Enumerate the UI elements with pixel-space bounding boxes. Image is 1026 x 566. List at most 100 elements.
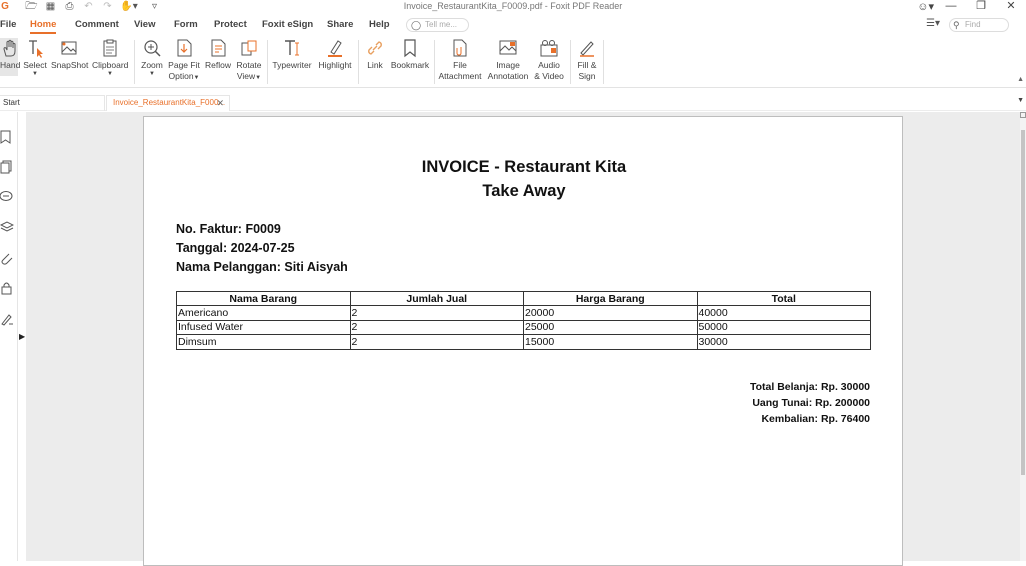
zoom-icon [144,40,161,57]
select-text-icon [29,40,43,58]
table-row: Americano 2 20000 40000 [176,305,871,321]
security-panel-icon[interactable] [0,281,14,295]
menu-bar: File Home Comment View Form Protect Foxi… [0,14,1026,36]
signatures-panel-icon[interactable] [0,312,14,326]
highlight-icon [328,40,342,57]
title-bar: G 🗁 ▦ ⎙ ↶ ↷ ✋▾ ▿ Invoice_RestaurantKita_… [0,0,1026,14]
tab-start-label: Start [3,98,20,107]
snapshot-button[interactable]: SnapShot [51,38,88,71]
column-header: Harga Barang [523,291,698,306]
reflow-button[interactable]: Reflow [204,38,232,71]
scroll-up-icon[interactable] [1020,112,1026,118]
reflow-icon [211,39,226,57]
rotate-view-button[interactable]: Rotate View▼ [236,38,262,84]
account-icon[interactable]: ☺▾ [917,0,934,13]
audio-video-button[interactable]: Audio & Video [532,38,566,82]
tab-start[interactable]: Start [0,95,105,111]
rotate-view-icon [241,40,257,56]
table-cell: Infused Water [176,319,351,335]
typewriter-button[interactable]: Typewriter [272,38,312,71]
zoom-button[interactable]: Zoom ▼ [140,38,164,77]
clipboard-button[interactable]: Clipboard ▼ [92,38,128,77]
link-label: Link [367,60,383,70]
find-input[interactable]: ⚲ Find [949,18,1009,32]
tell-me-input[interactable]: ◯ Tell me... [406,18,469,32]
link-icon [368,41,382,55]
table-row: Dimsum 2 15000 30000 [176,334,871,350]
find-placeholder: Find [965,20,981,29]
table-cell: 50000 [696,319,871,335]
file-attachment-label-1: File [453,60,467,70]
audio-video-icon [540,40,558,57]
attachments-panel-icon[interactable] [0,251,14,265]
zoom-label: Zoom [141,60,163,70]
ribbon-divider [603,40,604,84]
close-tab-icon[interactable]: ✕ [216,96,224,110]
bookmark-icon [404,39,416,58]
fill-sign-label-2: Sign [578,71,596,81]
tab-file[interactable]: File [0,19,16,30]
page-fit-label-2: Option [168,71,194,81]
expand-panel-icon[interactable]: ▶ [19,332,25,341]
typewriter-icon [285,40,299,56]
typewriter-label: Typewriter [272,60,312,70]
file-attachment-button[interactable]: File Attachment [438,38,482,82]
link-button[interactable]: Link [363,38,387,71]
tab-list-dropdown-icon[interactable]: ▼ [1017,97,1024,104]
tab-invoice-label: Invoice_RestaurantKita_F000... [113,98,226,107]
find-options-icon[interactable]: ☰▾ [926,18,940,29]
tab-protect[interactable]: Protect [214,19,247,30]
tab-help[interactable]: Help [369,19,390,30]
tab-form[interactable]: Form [174,19,198,30]
pages-panel-icon[interactable] [0,160,14,174]
vertical-scrollbar[interactable] [1020,112,1026,561]
image-annotation-button[interactable]: Image Annotation [486,38,530,82]
table-header-row: Nama Barang Jumlah Jual Harga Barang Tot… [176,291,871,306]
bookmark-panel-icon[interactable] [0,130,14,144]
invoice-date: Tanggal: 2024-07-25 [176,241,295,255]
tab-share[interactable]: Share [327,19,353,30]
image-annotation-label-2: Annotation [487,71,529,81]
tab-invoice-document[interactable]: Invoice_RestaurantKita_F000... ✕ [106,95,230,111]
rotate-label-2: View [236,71,256,81]
items-table: Nama Barang Jumlah Jual Harga Barang Tot… [176,291,871,350]
total-belanja: Total Belanja: Rp. 30000 [749,381,870,393]
lightbulb-icon: ◯ [411,20,422,30]
document-tab-bar: Start Invoice_RestaurantKita_F000... ✕ ▼ [0,93,1026,111]
comments-panel-icon[interactable] [0,190,14,204]
minimize-icon[interactable]: — [936,0,966,14]
table-cell: 20000 [523,305,698,321]
image-annotation-icon [499,40,517,55]
highlight-button[interactable]: Highlight [316,38,354,71]
close-icon[interactable]: ✕ [996,0,1026,14]
fill-sign-button[interactable]: Fill & Sign [574,38,600,82]
ribbon-collapse-icon[interactable]: ▲ [1017,76,1024,83]
select-button[interactable]: Select ▼ [23,38,47,77]
table-cell: Dimsum [176,334,351,350]
image-annotation-label-1: Image [496,60,520,70]
layers-panel-icon[interactable] [0,220,14,234]
reflow-label: Reflow [205,60,231,70]
restore-icon[interactable]: ❐ [966,0,996,14]
ribbon-divider [134,40,135,84]
bookmark-button[interactable]: Bookmark [390,38,430,71]
clipboard-label: Clipboard [92,60,129,70]
tab-comment[interactable]: Comment [75,19,119,30]
tab-foxit-esign[interactable]: Foxit eSign [262,19,313,30]
table-row: Infused Water 2 25000 50000 [176,319,871,335]
hand-button[interactable]: Hand [0,38,20,76]
table-cell: 30000 [696,334,871,350]
search-icon: ⚲ [953,20,960,30]
column-header: Jumlah Jual [349,291,524,306]
customer-name: Nama Pelanggan: Siti Aisyah [176,260,348,274]
table-cell: 40000 [696,305,871,321]
file-attachment-label-2: Attachment [438,71,482,81]
invoice-subtitle: Take Away [482,182,566,200]
select-dropdown-icon: ▼ [32,71,38,77]
pdf-page: INVOICE - Restaurant Kita Take Away No. … [143,116,903,566]
tab-view[interactable]: View [134,19,155,30]
rotate-label-1: Rotate [236,60,262,70]
scrollbar-thumb[interactable] [1021,130,1025,475]
page-fit-option-button[interactable]: Page Fit Option▼ [168,38,200,84]
tab-home[interactable]: Home [30,19,57,34]
